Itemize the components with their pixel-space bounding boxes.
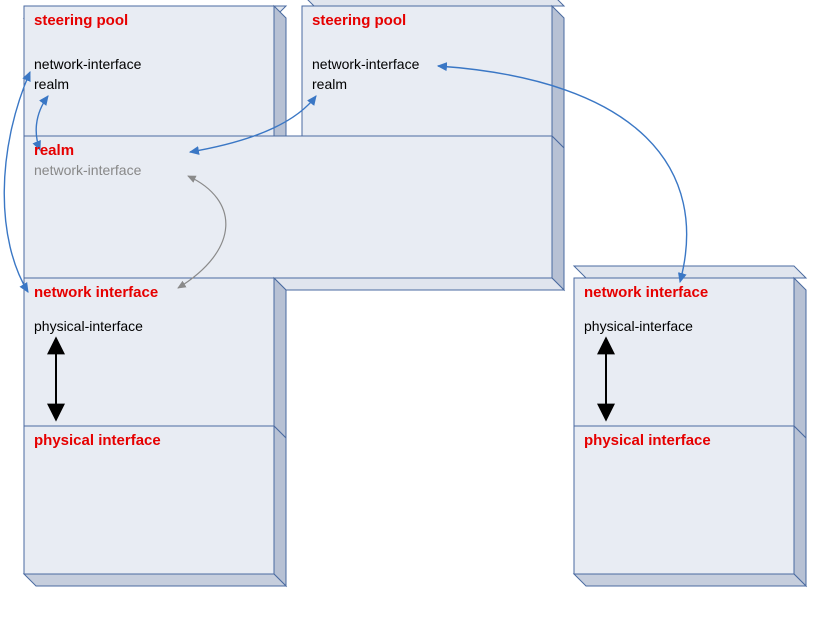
box-physical-interface-left: [24, 426, 286, 586]
arrow-ni-left: [4, 72, 30, 292]
diagram-svg-layer: [0, 0, 821, 620]
steering-pool-right-field-ni: network-interface: [312, 56, 419, 72]
box-realm: [24, 136, 564, 290]
network-interface-left-field-phys: physical-interface: [34, 318, 143, 334]
network-interface-left-title: network interface: [34, 284, 158, 301]
network-interface-right-field-phys: physical-interface: [584, 318, 693, 334]
arrow-realm-ni-grey: [178, 176, 226, 288]
arrow-realm-right: [190, 96, 316, 152]
box-network-interface-left: [24, 278, 564, 438]
arrow-ni-right: [438, 66, 687, 282]
physical-interface-left-title: physical interface: [34, 432, 161, 449]
box-physical-interface-right: [574, 426, 806, 586]
network-interface-right-title: network interface: [584, 284, 708, 301]
steering-pool-left-title: steering pool: [34, 12, 128, 29]
realm-field-ni: network-interface: [34, 162, 141, 178]
steering-pool-right-field-realm: realm: [312, 76, 347, 92]
diagram-canvas: steering pool network-interface realm st…: [0, 0, 821, 620]
steering-pool-left-field-realm: realm: [34, 76, 69, 92]
physical-interface-right-title: physical interface: [584, 432, 711, 449]
steering-pool-right-title: steering pool: [312, 12, 406, 29]
steering-pool-left-field-ni: network-interface: [34, 56, 141, 72]
realm-title: realm: [34, 142, 74, 159]
